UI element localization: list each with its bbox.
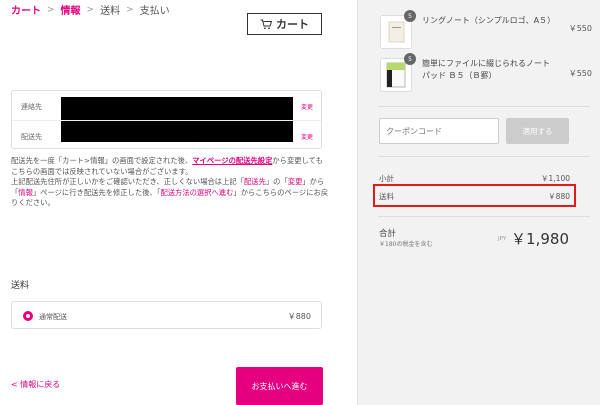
change-address-link[interactable]: 変更 xyxy=(301,132,313,141)
apply-coupon-button[interactable]: 適用する xyxy=(506,118,569,144)
list-item: 5 簡単にファイルに綴じられるノートパッド Ｂ５（Ｂ罫） ￥550 xyxy=(380,53,594,94)
notice-highlight: 変更 xyxy=(287,177,303,186)
notice-text: 」の「 xyxy=(265,177,288,186)
product-thumbnail: 5 xyxy=(380,53,416,92)
subtotal-label: 小計 xyxy=(379,174,394,183)
divider xyxy=(378,106,590,107)
divider xyxy=(378,156,590,157)
subtotal-row: 小計 ￥1,100 xyxy=(379,173,570,184)
breadcrumb-info[interactable]: 情報 xyxy=(61,2,81,17)
notice-highlight: 配送方法の選択へ進む xyxy=(160,187,234,197)
notice-text: 配送先を一度「カート>情報」の画面で設定された後、 xyxy=(11,156,193,165)
notice-text: 上記配送先住所が正しいかをご確認いただき、正しくない場合は上記「 xyxy=(11,177,244,186)
product-name: リングノート（シンプルロゴ、A５） xyxy=(422,16,556,25)
address-notice: 配送先を一度「カート>情報」の画面で設定された後、マイページの配送先設定から変更… xyxy=(11,156,329,209)
shipping-radio[interactable] xyxy=(23,311,33,321)
breadcrumb: カート > 情報 > 送料 > 支払い xyxy=(11,2,170,18)
product-price: ￥550 xyxy=(568,69,592,78)
tax-note: ￥180の税金を含む xyxy=(379,241,433,248)
total-label: 合計 xyxy=(379,229,397,239)
breadcrumb-shipping: 送料 xyxy=(100,6,121,17)
subtotal-value: ￥1,100 xyxy=(541,174,570,183)
cart-button[interactable]: カート xyxy=(247,13,322,35)
main-panel: カート > 情報 > 送料 > 支払い カート 連絡先 変更 配送先 変更 配送… xyxy=(0,0,357,405)
order-summary: 5 リングノート（シンプルロゴ、A５） ￥550 5 簡単にファイルに綴じられる… xyxy=(357,0,600,405)
shipping-highlight-box xyxy=(373,184,576,207)
address-summary: 連絡先 変更 配送先 変更 xyxy=(11,90,322,149)
contact-label: 連絡先 xyxy=(21,103,42,111)
currency-code: JPY xyxy=(498,236,507,242)
shipping-method-name: 通常配送 xyxy=(39,313,67,321)
cart-button-label: カート xyxy=(276,18,309,31)
quantity-badge: 5 xyxy=(404,53,416,65)
notice-text: 」ページに行き配送先を修正した後、「 xyxy=(32,187,161,197)
coupon-code-input[interactable] xyxy=(379,118,499,144)
change-contact-link[interactable]: 変更 xyxy=(301,102,313,111)
quantity-badge: 5 xyxy=(404,10,416,22)
notice-highlight: 配送先 xyxy=(244,177,266,186)
list-item: 5 リングノート（シンプルロゴ、A５） ￥550 xyxy=(380,10,594,49)
breadcrumb-separator: > xyxy=(126,4,134,15)
breadcrumb-separator: > xyxy=(86,4,95,15)
divider xyxy=(378,216,590,217)
proceed-to-payment-button[interactable]: お支払いへ進む xyxy=(236,367,323,405)
cart-icon xyxy=(260,19,272,29)
product-thumbnail: 5 xyxy=(380,10,416,49)
total-value: ￥1,980 xyxy=(511,230,569,248)
product-name: 簡単にファイルに綴じられるノートパッド Ｂ５（Ｂ罫） xyxy=(422,59,550,80)
contact-row: 連絡先 変更 xyxy=(12,91,321,120)
ship-to-row: 配送先 変更 xyxy=(12,120,321,149)
breadcrumb-separator: > xyxy=(47,4,55,15)
shipping-method-price: ￥880 xyxy=(287,312,311,321)
back-to-info-link[interactable]: < 情報に戻る xyxy=(11,379,60,390)
shipping-method-option[interactable]: 通常配送 ￥880 xyxy=(11,301,322,329)
redacted-address xyxy=(61,121,293,142)
notice-highlight: 情報 xyxy=(18,187,33,197)
mypage-address-link[interactable]: マイページの配送先設定 xyxy=(192,156,272,165)
breadcrumb-payment: 支払い xyxy=(139,6,170,17)
breadcrumb-cart[interactable]: カート xyxy=(11,2,41,17)
product-price: ￥550 xyxy=(568,24,592,33)
shipping-section-title: 送料 xyxy=(11,281,30,291)
redacted-contact xyxy=(61,97,293,120)
ship-to-label: 配送先 xyxy=(21,133,42,141)
